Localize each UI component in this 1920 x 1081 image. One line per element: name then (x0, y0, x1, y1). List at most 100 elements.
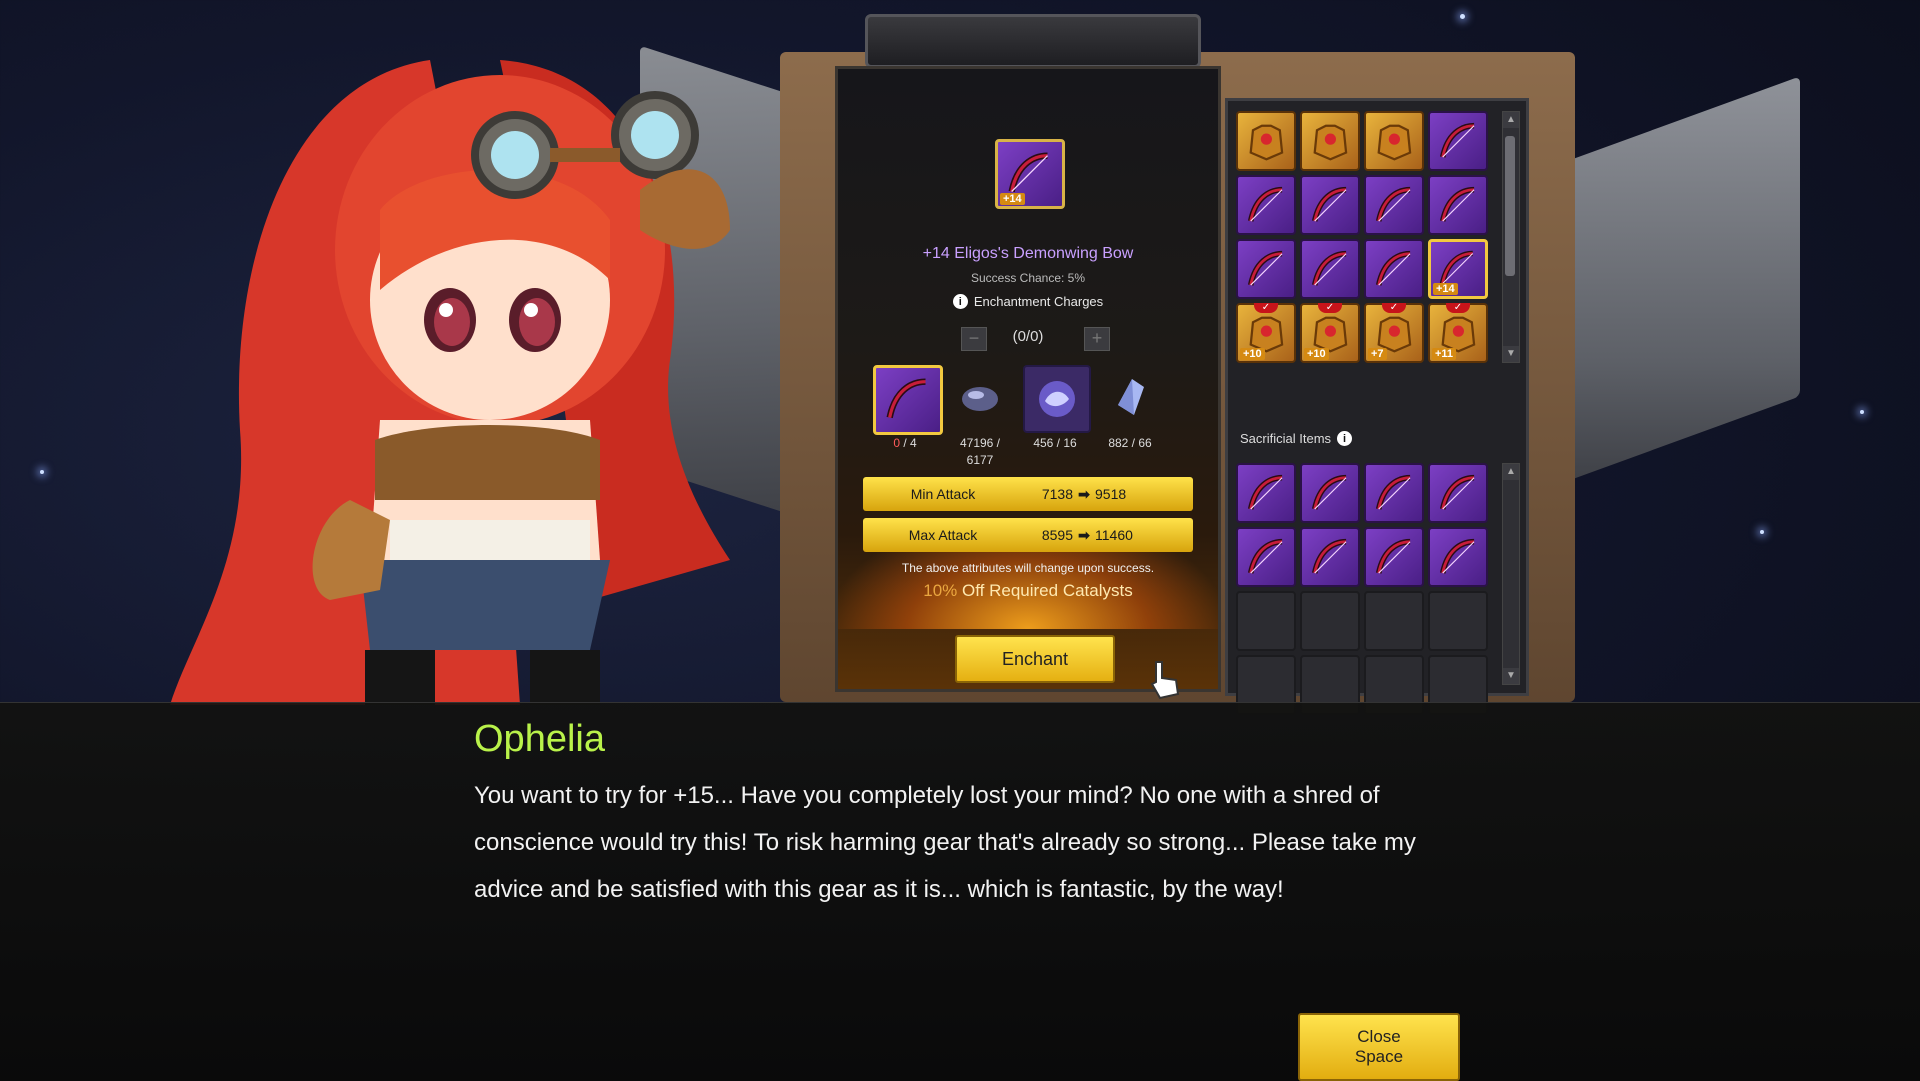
bow-icon (1439, 474, 1475, 510)
stat-to: 11460 (1095, 527, 1133, 543)
crystal-fragment-icon (1039, 381, 1075, 417)
catalyst-slot-crystal[interactable] (1023, 365, 1091, 433)
star (1460, 14, 1465, 19)
dialogue-text: You want to try for +15... Have you comp… (474, 782, 1416, 903)
checkmark-icon: ✓ (1446, 303, 1470, 313)
charges-increase-button[interactable]: + (1084, 327, 1110, 351)
empty-slot[interactable] (1364, 591, 1424, 651)
enchant-machine: +14 +14 Eligos's Demonwing Bow Success C… (780, 14, 1575, 715)
enchant-button[interactable]: Enchant (955, 635, 1115, 683)
inventory-item-slot[interactable] (1300, 111, 1360, 171)
sacrificial-items-label: Sacrificial Items (1240, 431, 1332, 446)
success-chance: Success Chance: 5% (970, 271, 1086, 285)
enhancement-tag: +11 (1432, 348, 1457, 360)
bow-icon (1375, 538, 1411, 574)
bow-icon (1439, 122, 1475, 158)
armor-icon (1313, 124, 1347, 161)
catalyst-slot-onyx[interactable] (948, 365, 1012, 429)
bow-icon (1247, 474, 1283, 510)
enchantment-charges-label: Enchantment Charges (973, 294, 1104, 309)
info-icon[interactable]: i (952, 294, 968, 309)
scroll-down-icon[interactable]: ▼ (1503, 346, 1519, 362)
sacrificial-item-slot[interactable] (1300, 527, 1360, 587)
max-attack-bar: Max Attack 8595 ➡ 11460 (863, 518, 1193, 552)
success-note: The above attributes will change upon su… (901, 561, 1155, 575)
inventory-item-slot[interactable] (1300, 175, 1360, 235)
stat-label: Min Attack (910, 486, 976, 502)
inventory-item-slot[interactable] (1364, 239, 1424, 299)
sacrificial-item-slot[interactable] (1428, 463, 1488, 523)
sacrificial-grid (1236, 463, 1488, 715)
machine-top-cap (865, 14, 1201, 68)
empty-slot[interactable] (1428, 591, 1488, 651)
bow-icon (1247, 250, 1283, 286)
close-button[interactable]: Close Space (1298, 1013, 1460, 1081)
chaos-crystal-icon (1118, 379, 1144, 415)
bow-icon (1311, 538, 1347, 574)
sacrificial-item-slot[interactable] (1300, 463, 1360, 523)
armor-icon (1249, 124, 1283, 161)
inventory-item-slot[interactable] (1236, 175, 1296, 235)
sacrificial-item-slot[interactable] (1428, 527, 1488, 587)
floating-island-right (1560, 76, 1800, 484)
inventory-item-slot[interactable] (1300, 239, 1360, 299)
close-button-hotkey: Space (1354, 1047, 1404, 1066)
scroll-up-icon[interactable]: ▲ (1503, 112, 1519, 128)
inventory-panel: +14 ✓ +10 ✓ +10 ✓ +7 ✓ +11 ▲ ▼ Sacrificial Items… (1225, 98, 1529, 715)
inventory-grid: +14 ✓ +10 ✓ +10 ✓ +7 ✓ +11 (1236, 111, 1488, 363)
sacrificial-item-slot[interactable] (1364, 527, 1424, 587)
scroll-down-icon[interactable]: ▼ (1503, 668, 1519, 684)
bow-icon (1375, 186, 1411, 222)
sacrificial-item-slot[interactable] (1236, 527, 1296, 587)
info-icon[interactable]: i (1337, 431, 1353, 446)
hand-cursor-icon (1150, 661, 1180, 700)
inventory-item-slot[interactable]: ✓ +10 (1236, 303, 1296, 363)
bow-icon (1311, 474, 1347, 510)
bow-icon (1311, 186, 1347, 222)
arrow-right-icon: ➡ (1078, 485, 1090, 502)
inventory-item-slot[interactable]: ✓ +11 (1428, 303, 1488, 363)
enhancement-tag: +7 (1368, 348, 1387, 360)
sacrificial-item-slot[interactable] (1364, 463, 1424, 523)
bow-icon (1375, 474, 1411, 510)
stat-to: 9518 (1095, 486, 1127, 502)
star (40, 470, 44, 474)
inventory-item-slot[interactable]: ✓ +10 (1300, 303, 1360, 363)
arrow-right-icon: ➡ (1078, 526, 1090, 543)
min-attack-bar: Min Attack 7138 ➡ 9518 (863, 477, 1193, 511)
target-item-slot[interactable]: +14 (995, 139, 1065, 209)
inventory-scrollbar[interactable]: ▲ ▼ (1502, 111, 1520, 363)
catalyst-discount: 10% Off Required Catalysts (923, 581, 1133, 600)
scroll-thumb[interactable] (1505, 136, 1515, 276)
catalyst-slot-bow[interactable] (873, 365, 943, 435)
checkmark-icon: ✓ (1318, 303, 1342, 313)
close-button-label: Close (1357, 1027, 1401, 1046)
empty-slot[interactable] (1300, 591, 1360, 651)
scroll-up-icon[interactable]: ▲ (1503, 464, 1519, 480)
empty-slot[interactable] (1236, 591, 1296, 651)
stat-from: 7138 (1041, 486, 1073, 502)
star (1860, 410, 1864, 414)
speaker-name: Ophelia (474, 718, 605, 760)
inventory-item-slot[interactable]: ✓ +7 (1364, 303, 1424, 363)
enchantment-charges-row: i Enchantment Charges (838, 294, 1218, 309)
catalyst-slot-chaos-crystal[interactable] (1098, 365, 1162, 429)
bow-icon (1311, 250, 1347, 286)
inventory-item-slot[interactable] (1364, 111, 1424, 171)
armor-icon (1377, 124, 1411, 161)
inventory-item-slot[interactable] (1236, 239, 1296, 299)
bow-icon (1439, 538, 1475, 574)
stat-from: 8595 (1041, 527, 1073, 543)
sacrificial-scrollbar[interactable]: ▲ ▼ (1502, 463, 1520, 685)
checkmark-icon: ✓ (1382, 303, 1406, 313)
inventory-item-slot[interactable] (1364, 175, 1424, 235)
inventory-item-slot[interactable] (1428, 111, 1488, 171)
enchant-panel: +14 +14 Eligos's Demonwing Bow Success C… (835, 66, 1221, 692)
checkmark-icon: ✓ (1254, 303, 1278, 313)
ophelia-character-portrait (170, 60, 730, 705)
sacrificial-items-header: Sacrificial Items i (1240, 431, 1353, 446)
inventory-item-slot[interactable] (1236, 111, 1296, 171)
inventory-item-slot[interactable]: +14 (1428, 239, 1488, 299)
inventory-item-slot[interactable] (1428, 175, 1488, 235)
sacrificial-item-slot[interactable] (1236, 463, 1296, 523)
